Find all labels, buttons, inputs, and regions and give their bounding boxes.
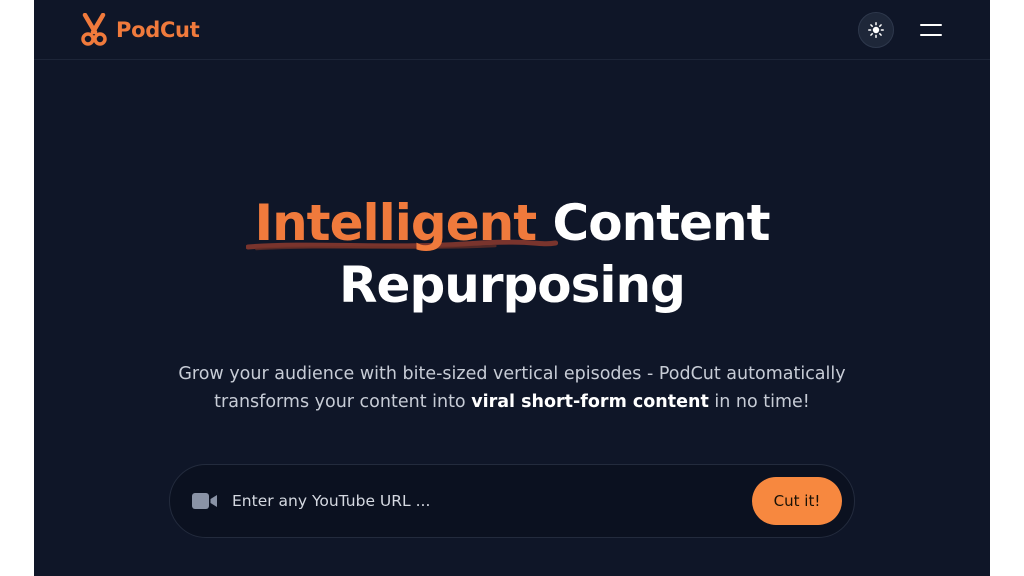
hero-subtitle-end: in no time!	[708, 392, 810, 412]
cut-it-button[interactable]: Cut it!	[752, 477, 842, 525]
brand-logo-link[interactable]: PodCut	[80, 13, 200, 47]
page-frame: PodCut Intelligent Content Repurposing G…	[34, 0, 990, 576]
scissors-icon	[81, 13, 107, 46]
hero-title-line1-rest: Content	[552, 194, 771, 252]
hero-title-accent-text: Intelligent	[254, 194, 537, 252]
hero-subtitle-highlight: viral short-form content	[471, 392, 709, 412]
menu-button[interactable]	[918, 18, 944, 42]
sun-icon	[868, 22, 884, 38]
youtube-url-input[interactable]	[232, 485, 732, 517]
hero-title: Intelligent Content Repurposing	[34, 192, 990, 316]
hero-title-line2: Repurposing	[339, 256, 686, 314]
hamburger-menu-icon	[920, 24, 942, 36]
theme-toggle-button[interactable]	[858, 12, 894, 48]
youtube-url-form: Cut it!	[169, 464, 855, 538]
hero-title-accent: Intelligent	[246, 192, 559, 254]
brand-name: PodCut	[116, 18, 200, 42]
navbar: PodCut	[34, 0, 990, 60]
video-camera-icon	[192, 493, 217, 509]
hero-subtitle: Grow your audience with bite-sized verti…	[162, 360, 862, 416]
